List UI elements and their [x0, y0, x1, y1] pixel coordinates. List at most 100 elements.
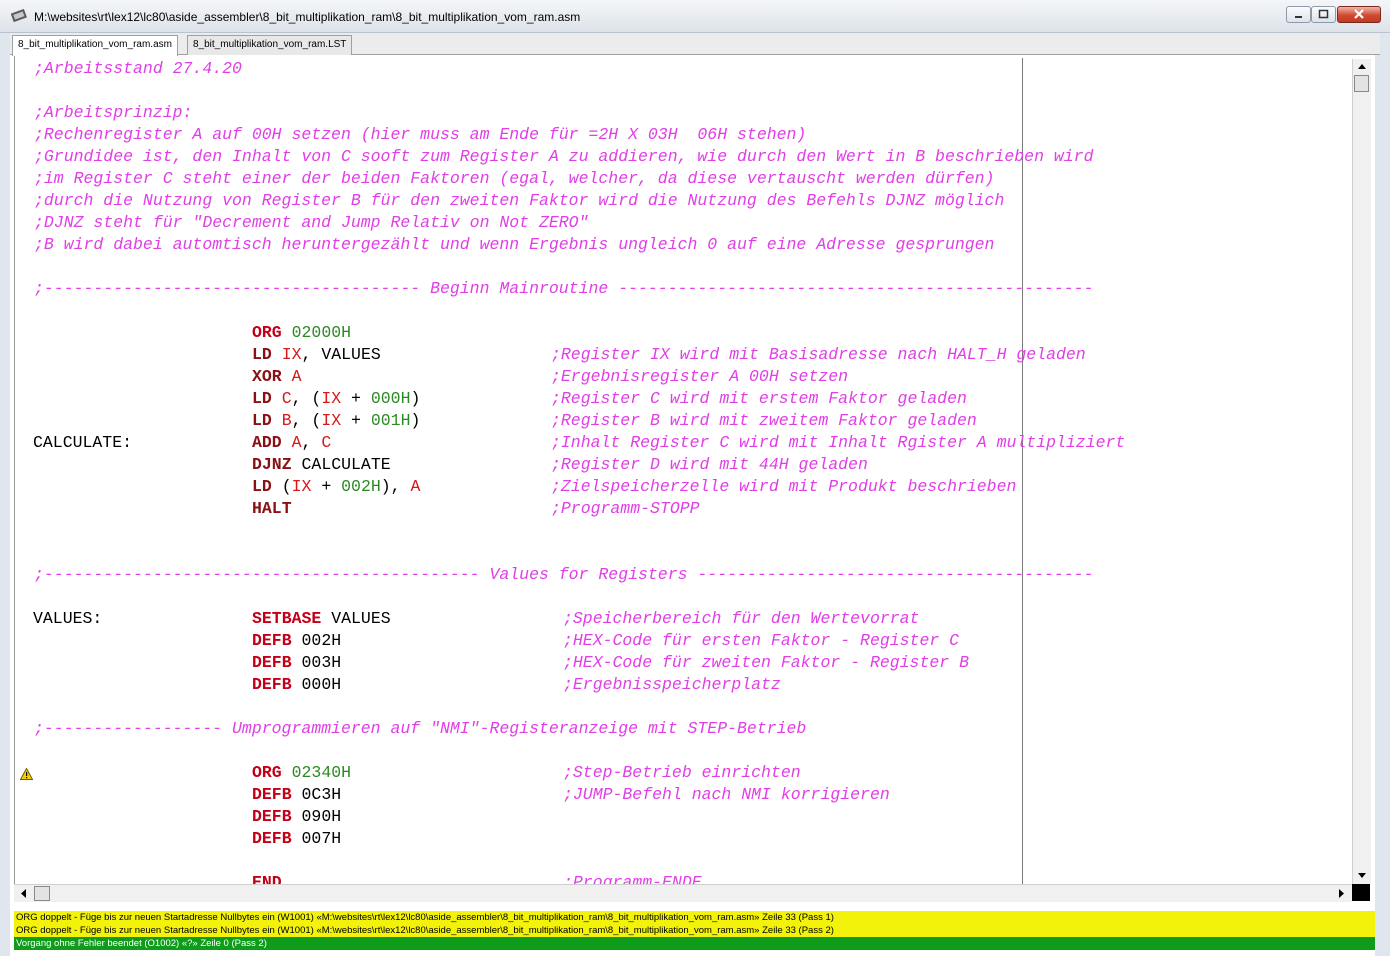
instruction-comment: ;HEX-Code für ersten Faktor - Register C: [563, 631, 960, 650]
minimize-button[interactable]: [1286, 6, 1311, 23]
instruction-line: DEFB 000H: [252, 674, 341, 696]
instruction-comment: ;Register C wird mit erstem Faktor gelad…: [551, 389, 967, 408]
close-button[interactable]: [1337, 6, 1381, 23]
operand-token: (: [281, 477, 292, 496]
code-comment-line: ;Arbeitsprinzip:: [34, 103, 193, 122]
mnemonic: DEFB: [252, 653, 292, 672]
tab-asm-file[interactable]: 8_bit_multiplikation_vom_ram.asm: [12, 35, 178, 56]
register-token: IX: [281, 345, 302, 364]
operand-token: 000H: [301, 675, 342, 694]
mnemonic: ORG: [252, 763, 282, 782]
operand-token: 002H: [301, 631, 342, 650]
register-token: A: [410, 477, 421, 496]
minimize-icon: [1295, 16, 1302, 18]
tab-lst-file[interactable]: 8_bit_multiplikation_vom_ram.LST: [187, 35, 353, 55]
instruction-line: DJNZ CALCULATE: [252, 454, 391, 476]
instruction-comment: ;Programm-ENDE: [563, 873, 702, 884]
scroll-up-icon[interactable]: [1354, 59, 1370, 74]
vertical-scroll-thumb[interactable]: [1354, 75, 1369, 92]
horizontal-scrollbar[interactable]: [14, 884, 1352, 902]
instruction-comment: ;Register B wird mit zweitem Faktor gela…: [551, 411, 977, 430]
number-token: 001H: [370, 411, 411, 430]
message-panel[interactable]: ORG doppelt - Füge bis zur neuen Startad…: [14, 911, 1375, 953]
operand-token: VALUES: [331, 609, 391, 628]
instruction-line: ORG 02000H: [252, 322, 351, 344]
operand-token: 0C3H: [301, 785, 342, 804]
operand-token: +: [341, 389, 371, 408]
operand-token: ,: [301, 433, 322, 452]
vertical-scrollbar[interactable]: [1352, 59, 1371, 884]
register-token: IX: [291, 477, 312, 496]
register-token: IX: [321, 411, 342, 430]
instruction-comment: ;Inhalt Register C wird mit Inhalt Rgist…: [551, 433, 1126, 452]
instruction-line: LD C, (IX + 000H): [252, 388, 420, 410]
instruction-line: LD IX, VALUES: [252, 344, 381, 366]
instruction-line: ADD A, C: [252, 432, 331, 454]
window-frame-right: [1375, 33, 1390, 956]
maximize-icon: [1318, 9, 1329, 19]
register-token: A: [291, 433, 302, 452]
instruction-comment: ;Speicherbereich für den Wertevorrat: [563, 609, 920, 628]
instruction-comment: ;JUMP-Befehl nach NMI korrigieren: [563, 785, 890, 804]
instruction-comment: ;Programm-STOPP: [551, 499, 700, 518]
mnemonic: END: [252, 873, 282, 884]
success-message[interactable]: Vorgang ohne Fehler beendet (O1002) «?» …: [14, 937, 1375, 950]
instruction-line: XOR A: [252, 366, 302, 388]
mnemonic: ORG: [252, 323, 282, 342]
code-comment-line: ;durch die Nutzung von Register B für de…: [34, 191, 1005, 210]
register-token: C: [321, 433, 332, 452]
mnemonic: ADD: [252, 433, 282, 452]
code-editor[interactable]: ;Arbeitsstand 27.4.20 ;Arbeitsprinzip: ;…: [14, 56, 1353, 884]
section-divider-nmi: ;------------------ Umprogrammieren auf …: [34, 719, 807, 738]
edge-column-line: [1022, 58, 1023, 884]
code-comment-line: ;im Register C steht einer der beiden Fa…: [34, 169, 995, 188]
instruction-line: HALT: [252, 498, 292, 520]
scroll-right-icon[interactable]: [1334, 886, 1349, 901]
warning-message[interactable]: ORG doppelt - Füge bis zur neuen Startad…: [14, 911, 1375, 924]
operand-token: +: [341, 411, 371, 430]
instruction-line: DEFB 002H: [252, 630, 341, 652]
instruction-line: DEFB 007H: [252, 828, 341, 850]
warning-message[interactable]: ORG doppelt - Füge bis zur neuen Startad…: [14, 924, 1375, 937]
maximize-button[interactable]: [1311, 6, 1336, 23]
title-bar[interactable]: M:\websites\rt\lex12\lc80\aside_assemble…: [0, 0, 1390, 33]
instruction-comment: ;Ergebnisspeicherplatz: [563, 675, 781, 694]
mnemonic: XOR: [252, 367, 282, 386]
window-title: M:\websites\rt\lex12\lc80\aside_assemble…: [34, 10, 581, 24]
number-token: 02000H: [291, 323, 352, 342]
mnemonic: DJNZ: [252, 455, 292, 474]
mnemonic: DEFB: [252, 675, 292, 694]
scroll-left-icon[interactable]: [16, 886, 31, 901]
operand-token: CALCULATE: [301, 455, 391, 474]
number-token: 02340H: [291, 763, 352, 782]
scroll-down-icon[interactable]: [1354, 868, 1370, 883]
mnemonic: LD: [252, 345, 272, 364]
mnemonic: LD: [252, 411, 272, 430]
operand-token: ): [410, 411, 421, 430]
section-divider-values: ;---------------------------------------…: [34, 565, 1094, 584]
mnemonic: DEFB: [252, 785, 292, 804]
operand-token: 003H: [301, 653, 342, 672]
code-comment-line: ;Grundidee ist, den Inhalt von C sooft z…: [34, 147, 1094, 166]
horizontal-scroll-thumb[interactable]: [34, 886, 50, 901]
window-frame-left: [0, 33, 10, 956]
instruction-line: LD (IX + 002H), A: [252, 476, 420, 498]
register-token: B: [281, 411, 292, 430]
instruction-line: DEFB 0C3H: [252, 784, 341, 806]
mnemonic: HALT: [252, 499, 292, 518]
mnemonic: LD: [252, 389, 272, 408]
label-values: VALUES:: [33, 609, 103, 628]
instruction-comment: ;Zielspeicherzelle wird mit Produkt besc…: [551, 477, 1017, 496]
number-token: 000H: [370, 389, 411, 408]
assembler-icon: [11, 9, 27, 23]
operand-token: 007H: [301, 829, 342, 848]
operand-token: , (: [291, 411, 322, 430]
mnemonic: DEFB: [252, 829, 292, 848]
instruction-line: ORG 02340H: [252, 762, 351, 784]
code-comment-line: ;Arbeitsstand 27.4.20: [34, 59, 242, 78]
scroll-corner: [1352, 884, 1370, 901]
tab-bar: 8_bit_multiplikation_vom_ram.asm 8_bit_m…: [10, 33, 1380, 56]
warning-icon[interactable]: [20, 768, 33, 780]
mnemonic: SETBASE: [252, 609, 322, 628]
operand-token: +: [311, 477, 342, 496]
